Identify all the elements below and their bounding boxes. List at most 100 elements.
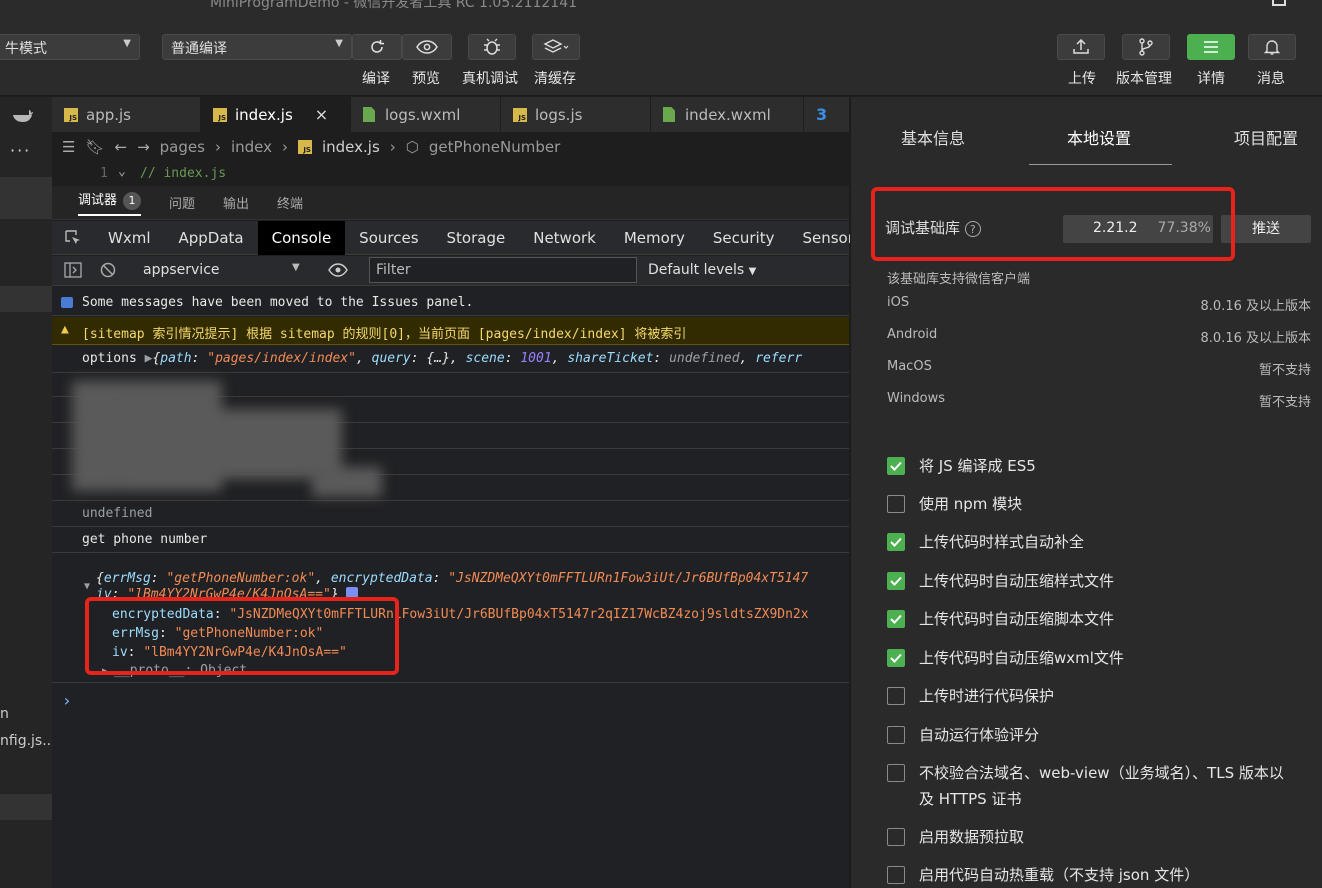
- levels-select[interactable]: Default levels ▼: [648, 262, 756, 278]
- maximize-icon[interactable]: [1272, 0, 1286, 6]
- checkbox-unchecked-icon[interactable]: [887, 495, 905, 513]
- chevron-right-icon: ›: [389, 138, 396, 156]
- panel-wxml[interactable]: Wxml: [94, 221, 165, 255]
- mode-select[interactable]: 牛模式 ▼: [0, 34, 140, 60]
- inspect-icon[interactable]: [52, 221, 94, 255]
- preview-button[interactable]: [402, 34, 452, 60]
- setting-option[interactable]: 将 JS 编译成 ES5: [887, 457, 1307, 479]
- tab-issues[interactable]: 问题: [169, 193, 195, 212]
- title-bar: MiniProgramDemo - 微信开发者工具 RC 1.05.211214…: [0, 0, 1322, 11]
- clear-cache-label: 清缓存: [534, 71, 576, 87]
- compile-button[interactable]: [352, 34, 402, 60]
- checkbox-unchecked-icon[interactable]: [887, 866, 905, 884]
- panel-network[interactable]: Network: [519, 221, 610, 255]
- setting-option[interactable]: 自动运行体验评分: [887, 726, 1307, 748]
- more-icon[interactable]: ···: [10, 141, 31, 160]
- list-icon[interactable]: ☰: [62, 138, 75, 156]
- breadcrumb-index[interactable]: index: [231, 138, 272, 156]
- chevron-right-icon: ›: [281, 138, 288, 156]
- checkbox-unchecked-icon[interactable]: [887, 764, 905, 782]
- panel-console[interactable]: Console: [257, 220, 346, 255]
- context-select[interactable]: appservice: [143, 262, 220, 278]
- back-arrow-icon[interactable]: ←: [115, 138, 128, 156]
- mode-select-value: 牛模式: [5, 41, 47, 57]
- checkbox-unchecked-icon[interactable]: [887, 726, 905, 744]
- panel-storage[interactable]: Storage: [433, 221, 520, 255]
- checkbox-unchecked-icon[interactable]: [887, 687, 905, 705]
- code-editor[interactable]: 1 ⌄ // index.js: [52, 162, 849, 184]
- tab-terminal[interactable]: 终端: [277, 193, 303, 212]
- setting-option[interactable]: 上传代码时自动压缩脚本文件: [887, 610, 1307, 632]
- tab-local-settings[interactable]: 本地设置: [1067, 125, 1131, 149]
- sidebar-toggle-icon[interactable]: [64, 262, 82, 282]
- tab-logs-js[interactable]: JS logs.js: [501, 97, 651, 132]
- clear-console-icon[interactable]: [100, 262, 116, 282]
- panel-sources[interactable]: Sources: [345, 221, 432, 255]
- tab-debugger[interactable]: 调试器 1: [78, 189, 142, 216]
- setting-option[interactable]: 启用代码自动热重载（不支持 json 文件）: [887, 866, 1307, 888]
- checkbox-checked-icon[interactable]: [887, 533, 905, 551]
- file-name-fragment[interactable]: nfig.js...: [0, 733, 56, 749]
- eye-icon[interactable]: [328, 263, 348, 281]
- docker-icon[interactable]: [12, 107, 34, 123]
- checkbox-checked-icon[interactable]: [887, 572, 905, 590]
- sidebar-item[interactable]: [0, 794, 52, 820]
- setting-option[interactable]: 不校验合法域名、web-view（业务域名）、TLS 版本以及 HTTPS 证书: [887, 764, 1307, 812]
- clear-cache-button[interactable]: [532, 34, 580, 60]
- version-button[interactable]: [1122, 34, 1170, 60]
- file-name-fragment[interactable]: n: [0, 706, 9, 722]
- panel-memory[interactable]: Memory: [610, 221, 699, 255]
- console-prompt-icon[interactable]: ›: [62, 691, 72, 710]
- tab-css[interactable]: 3: [804, 97, 849, 132]
- setting-option[interactable]: 启用数据预拉取: [887, 828, 1307, 850]
- toolbar: 牛模式 ▼ 普通编译 ▼ 编译 预览 真机调试 清缓存 上传 版本管理 详情 消息: [0, 10, 1322, 96]
- count-badge: 1: [123, 192, 142, 210]
- checkbox-checked-icon[interactable]: [887, 610, 905, 628]
- checkbox-unchecked-icon[interactable]: [887, 828, 905, 846]
- sidebar-item[interactable]: [0, 177, 52, 219]
- sidebar-item[interactable]: [0, 286, 52, 312]
- console-log-options[interactable]: options ▶{path: "pages/index/index", que…: [52, 345, 849, 373]
- breadcrumb-symbol[interactable]: getPhoneNumber: [429, 138, 560, 156]
- console-output[interactable]: Some messages have been moved to the Iss…: [52, 287, 849, 888]
- panel-appdata[interactable]: AppData: [165, 221, 258, 255]
- highlight-box: [871, 187, 1235, 261]
- setting-option[interactable]: 上传代码时样式自动补全: [887, 533, 1307, 555]
- setting-option[interactable]: 上传代码时自动压缩wxml文件: [887, 649, 1307, 671]
- panel-security[interactable]: Security: [699, 221, 789, 255]
- fold-chevron-icon[interactable]: ⌄: [118, 164, 126, 179]
- checkbox-checked-icon[interactable]: [887, 457, 905, 475]
- forward-arrow-icon[interactable]: →: [137, 138, 150, 156]
- messages-label: 消息: [1257, 71, 1285, 87]
- bookmark-icon[interactable]: 🔖︎: [85, 138, 104, 156]
- remote-debug-label: 真机调试: [462, 71, 518, 87]
- tab-index-wxml[interactable]: index.wxml: [651, 97, 804, 132]
- close-icon[interactable]: ×: [315, 105, 328, 124]
- messages-button[interactable]: [1248, 34, 1296, 60]
- caret-down-icon[interactable]: ▼: [292, 262, 300, 273]
- setting-option[interactable]: 上传时进行代码保护: [887, 687, 1307, 709]
- upload-button[interactable]: [1057, 34, 1105, 60]
- setting-option-label: 启用代码自动热重载（不支持 json 文件）: [919, 866, 1200, 884]
- bug-icon: [484, 38, 500, 55]
- collapse-triangle-icon[interactable]: ▼: [84, 581, 90, 592]
- tab-index-js[interactable]: JS index.js ×: [201, 97, 351, 132]
- layers-icon: [543, 39, 569, 53]
- remote-debug-button[interactable]: [468, 34, 516, 60]
- tab-logs-wxml[interactable]: logs.wxml: [351, 97, 501, 132]
- details-button[interactable]: [1187, 34, 1235, 60]
- tab-output[interactable]: 输出: [223, 193, 249, 212]
- tab-app-js[interactable]: JS app.js: [52, 97, 201, 132]
- setting-option-label: 自动运行体验评分: [919, 726, 1040, 744]
- setting-option[interactable]: 上传代码时自动压缩样式文件: [887, 572, 1307, 594]
- tab-project-config[interactable]: 项目配置: [1234, 125, 1298, 149]
- breadcrumb-pages[interactable]: pages: [160, 138, 205, 156]
- compile-select[interactable]: 普通编译 ▼: [162, 34, 352, 60]
- tab-basic-info[interactable]: 基本信息: [901, 125, 965, 149]
- filter-input[interactable]: Filter: [369, 257, 637, 283]
- checkbox-checked-icon[interactable]: [887, 649, 905, 667]
- highlight-box: [85, 597, 399, 675]
- setting-option[interactable]: 使用 npm 模块: [887, 495, 1307, 517]
- breadcrumb-file[interactable]: index.js: [322, 138, 380, 156]
- setting-option-label: 上传时进行代码保护: [919, 687, 1055, 705]
